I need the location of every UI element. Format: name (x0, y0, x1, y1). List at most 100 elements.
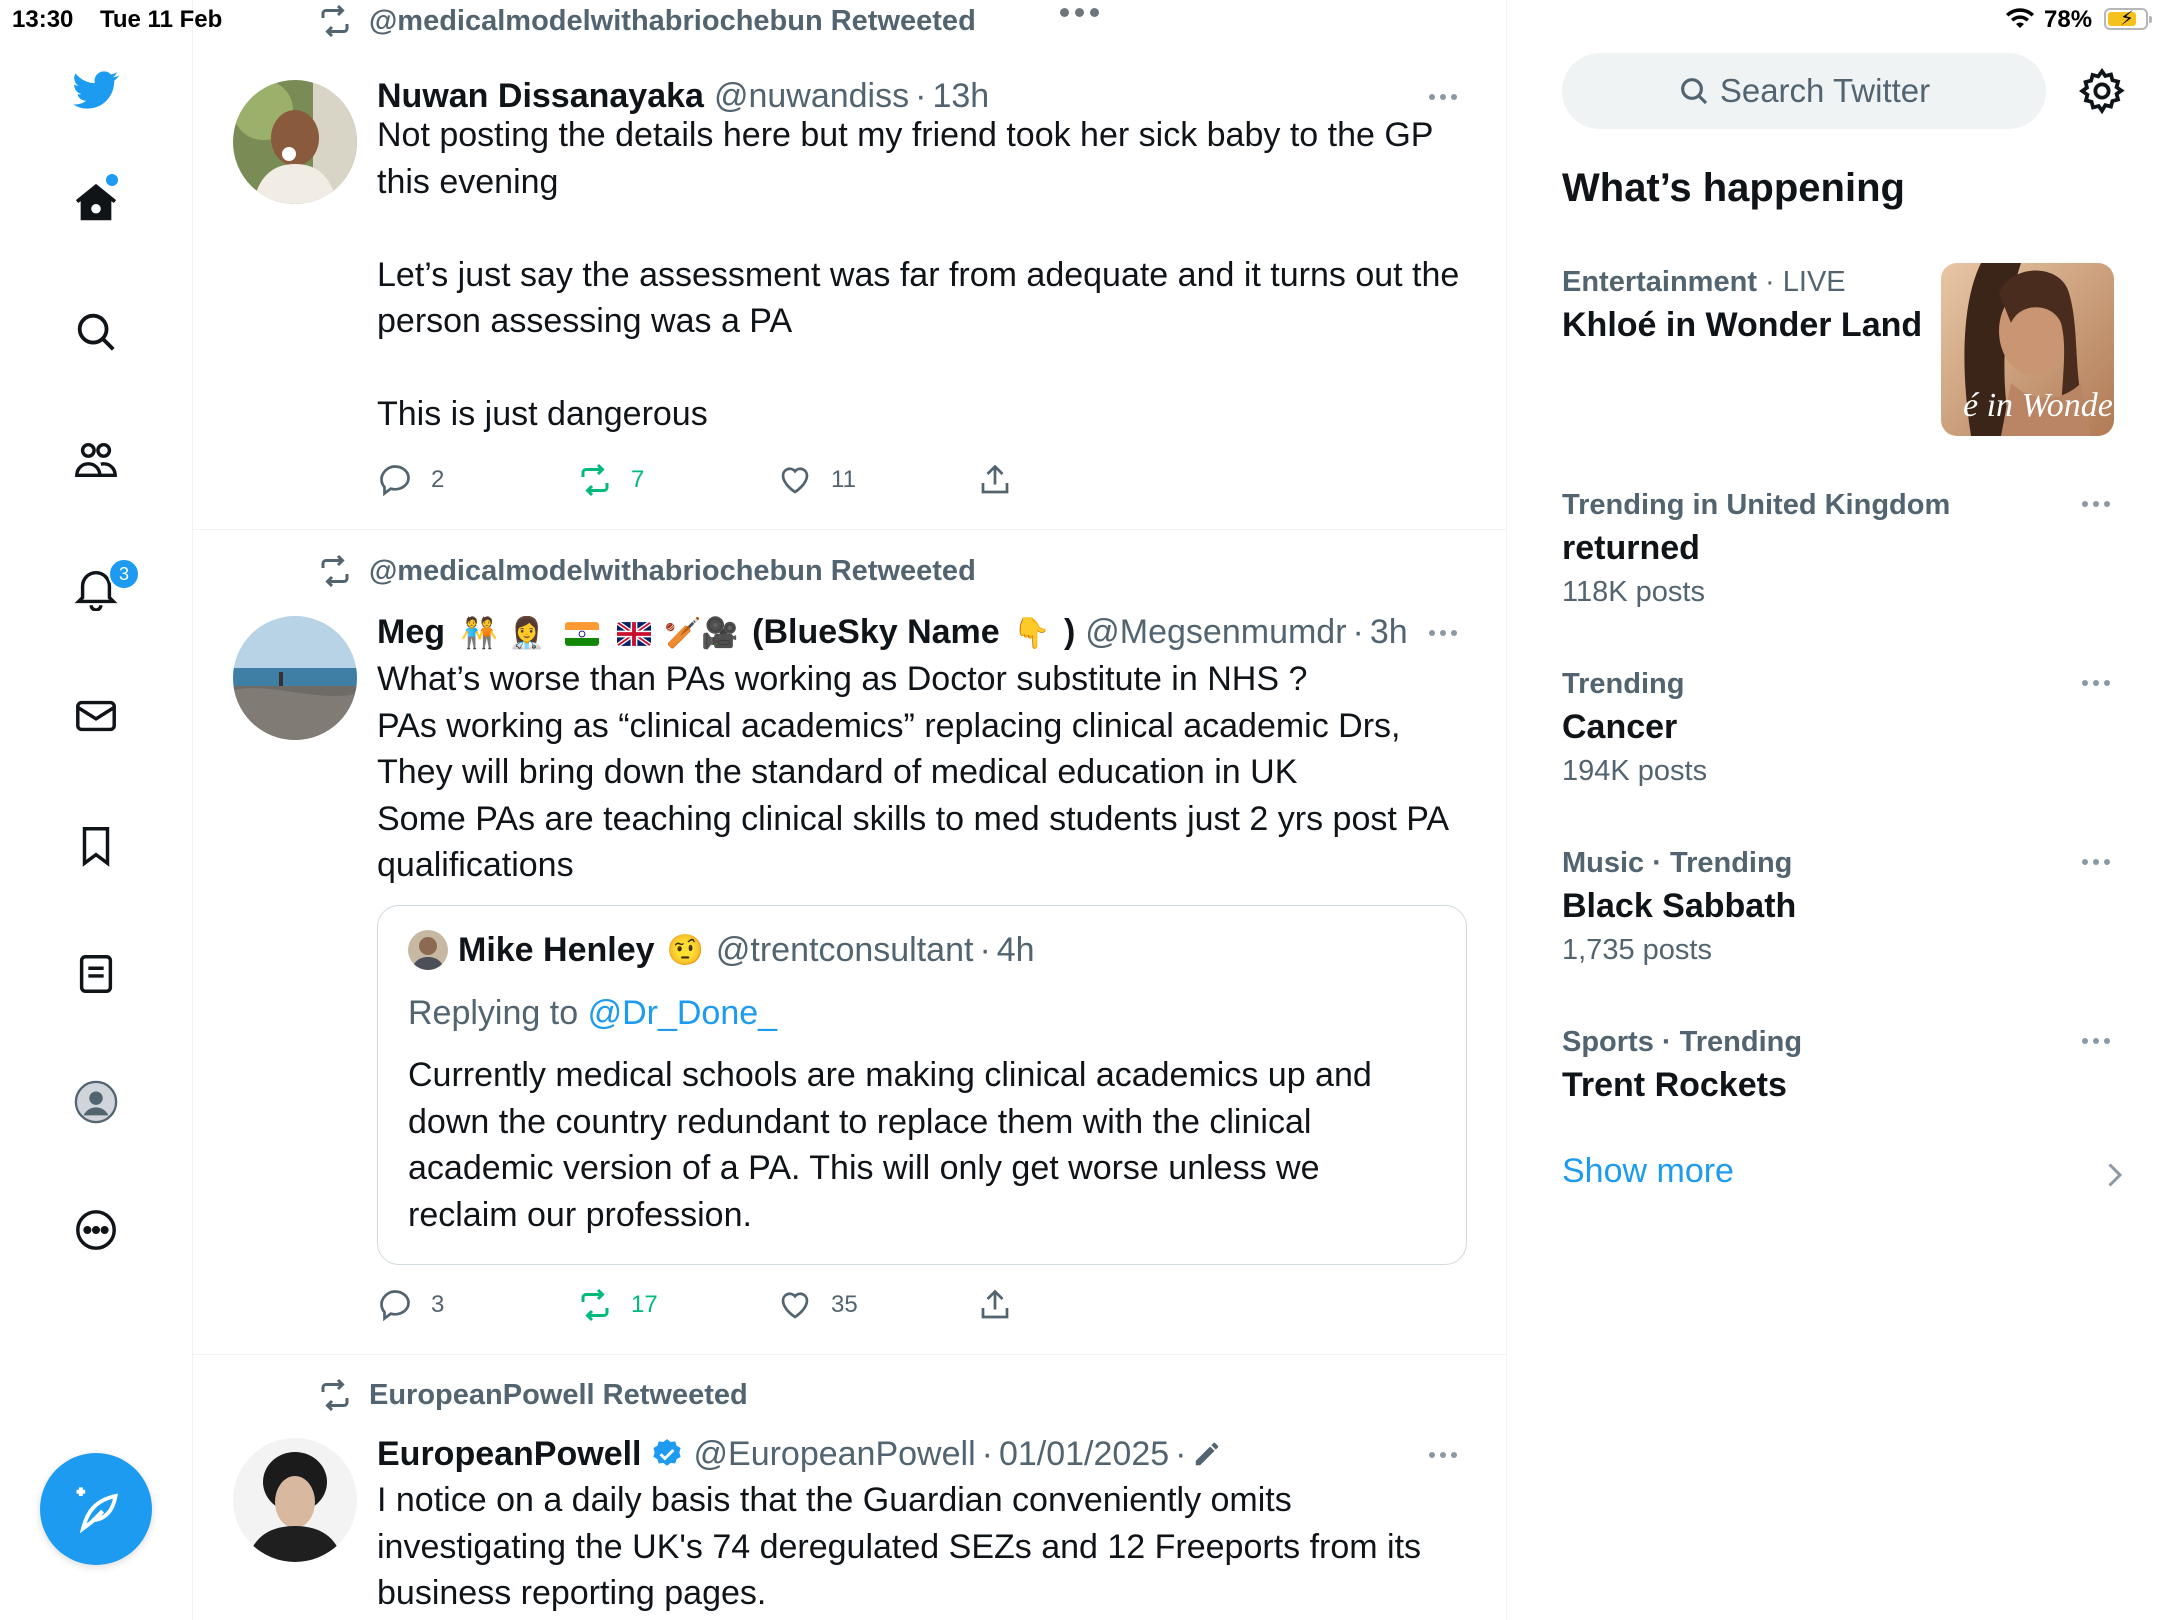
like-button[interactable]: 35 (777, 1285, 858, 1325)
profile-avatar-icon[interactable] (68, 1074, 124, 1130)
trend-item[interactable]: Music · Trending Black Sabbath 1,735 pos… (1562, 844, 2122, 970)
replying-to-mention[interactable]: @Dr_Done_ (588, 994, 778, 1032)
retweet-context: @medicalmodelwithabriochebun Retweeted (317, 554, 976, 588)
trend-title: Trent Rockets (1562, 1066, 1787, 1104)
multitasking-dots-icon[interactable] (1060, 8, 1099, 17)
status-time: 13:30 (12, 6, 74, 33)
retweet-context-label: EuropeanPowell Retweeted (369, 1378, 748, 1411)
like-button[interactable]: 11 (777, 460, 856, 500)
trend-context: Trending in United Kingdom (1562, 489, 1951, 521)
trend-more-options-icon[interactable] (2082, 680, 2110, 686)
tweet-author-name-start: Meg (377, 612, 445, 651)
tweet-author-name[interactable]: Meg 🧑‍🤝‍🧑 👩‍⚕️ 🏏🎥 (BlueSky Name 👇 ) (377, 613, 1075, 652)
quoted-timestamp: 4h (996, 930, 1035, 969)
trend-more-options-icon[interactable] (2082, 1038, 2110, 1044)
heart-icon (781, 467, 809, 494)
trend-title: Cancer (1562, 708, 1678, 746)
tweet[interactable]: @medicalmodelwithabriochebun Retweeted M… (193, 529, 1506, 1355)
trend-thumbnail[interactable]: é in Wonder l (1941, 263, 2114, 436)
search-icon[interactable] (68, 304, 124, 360)
like-count: 35 (831, 1291, 858, 1318)
tweet[interactable]: @medicalmodelwithabriochebun Retweeted N… (193, 0, 1506, 530)
lists-icon[interactable] (68, 946, 124, 1002)
status-date: Tue 11 Feb (100, 6, 223, 33)
trend-post-count: 1,735 posts (1562, 934, 1712, 966)
tweet-author-handle[interactable]: @EuropeanPowell (694, 1435, 976, 1474)
tweet-more-options-icon[interactable] (1429, 1452, 1457, 1458)
trend-more-options-icon[interactable] (2082, 859, 2110, 865)
avatar[interactable] (233, 80, 357, 204)
trend-item[interactable]: Sports · Trending Trent Rockets (1562, 1023, 2122, 1109)
name-emoji-icons: 🧑‍🤝‍🧑 👩‍⚕️ (460, 616, 546, 652)
trend-more-options-icon[interactable] (2082, 501, 2110, 507)
battery-percent: 78% (2044, 6, 2093, 33)
trend-item-featured[interactable]: Entertainment · LIVE Khloé in Wonder Lan… (1562, 263, 1942, 349)
tweet-author-name[interactable]: EuropeanPowell (377, 1435, 642, 1474)
tweet[interactable]: EuropeanPowell Retweeted EuropeanPowell … (193, 1354, 1506, 1620)
tweet-author-name[interactable]: Nuwan Dissanayaka (377, 77, 704, 116)
communities-icon[interactable] (68, 432, 124, 488)
avatar[interactable] (233, 1438, 357, 1562)
right-sidebar: Search Twitter What’s happening Entertai… (1507, 0, 2160, 1620)
tweet-text: What’s worse than PAs working as Doctor … (377, 660, 1448, 884)
tweet-text: I notice on a daily basis that the Guard… (377, 1481, 1431, 1612)
twitter-bird-icon[interactable] (68, 62, 124, 118)
tweet-timestamp[interactable]: 3h (1370, 613, 1408, 652)
edited-pencil-icon[interactable] (1192, 1439, 1222, 1469)
settings-gear-icon[interactable] (2077, 66, 2127, 116)
retweet-context: EuropeanPowell Retweeted (317, 1378, 748, 1412)
quoted-avatar (408, 930, 448, 970)
chevron-right-icon (2108, 1163, 2123, 1187)
trend-post-count: 118K posts (1562, 576, 1705, 608)
compose-tweet-button[interactable] (40, 1453, 152, 1565)
wifi-icon (2006, 8, 2034, 28)
replying-to-label: Replying to (408, 994, 579, 1032)
tweet-header: EuropeanPowell @EuropeanPowell · 01/01/2… (377, 1432, 1222, 1476)
messages-envelope-icon[interactable] (68, 688, 124, 744)
search-input[interactable]: Search Twitter (1562, 53, 2046, 129)
retweet-button[interactable]: 17 (577, 1285, 658, 1325)
tweet-timestamp[interactable]: 01/01/2025 (999, 1435, 1169, 1474)
tweet-timestamp[interactable]: 13h (932, 77, 989, 116)
trend-title: Black Sabbath (1562, 887, 1797, 925)
retweet-count: 7 (631, 466, 645, 493)
trend-post-count: 194K posts (1562, 755, 1708, 787)
quoted-tweet[interactable]: Mike Henley 🤨 @trentconsultant · 4h Repl… (377, 905, 1467, 1265)
reply-count: 3 (431, 1291, 445, 1318)
trend-thumbnail-text: é in Wonder l (1963, 387, 2114, 424)
tweet-author-handle[interactable]: @Megsenmumdr (1085, 613, 1346, 652)
retweet-button[interactable]: 7 (577, 460, 644, 500)
replying-to: Replying to @Dr_Done_ (408, 994, 777, 1033)
share-button[interactable] (977, 460, 1031, 500)
reply-button[interactable]: 2 (377, 460, 444, 500)
show-more-link[interactable]: Show more (1562, 1152, 1734, 1191)
verified-badge-icon (652, 1439, 681, 1466)
tweet-more-options-icon[interactable] (1429, 94, 1457, 100)
retweet-icon (321, 1378, 349, 1412)
more-options-icon[interactable] (68, 1202, 124, 1258)
battery-icon: ⚡ (2104, 8, 2152, 30)
home-unread-dot (106, 174, 118, 186)
bookmarks-icon[interactable] (68, 818, 124, 874)
trend-title: returned (1562, 529, 1700, 567)
trend-title: Khloé in Wonder Land (1562, 306, 1923, 344)
reply-count: 2 (431, 466, 445, 493)
trend-item[interactable]: Trending in United Kingdom returned 118K… (1562, 486, 2122, 612)
notifications-badge: 3 (108, 558, 140, 590)
trend-context: Sports · Trending (1562, 1026, 1803, 1058)
trend-category: Entertainment (1562, 266, 1757, 298)
share-button[interactable] (977, 1285, 1031, 1325)
share-icon (981, 464, 1009, 494)
tweet-text: Not posting the details here but my frie… (377, 116, 1460, 433)
trend-item[interactable]: Trending Cancer 194K posts (1562, 665, 2122, 791)
like-count: 11 (831, 466, 856, 493)
reply-button[interactable]: 3 (377, 1285, 444, 1325)
timeline-feed[interactable]: @medicalmodelwithabriochebun Retweeted N… (193, 0, 1507, 1620)
status-bar: 13:30 Tue 11 Feb 78% ⚡ (0, 0, 2160, 40)
tweet-author-handle[interactable]: @nuwandiss (714, 77, 909, 116)
tweet-more-options-icon[interactable] (1429, 630, 1457, 636)
cricket-camera-emoji-icons: 🏏🎥 (663, 616, 739, 652)
trend-live-label: LIVE (1782, 266, 1846, 298)
avatar[interactable] (233, 616, 357, 740)
heart-icon (781, 1292, 809, 1319)
